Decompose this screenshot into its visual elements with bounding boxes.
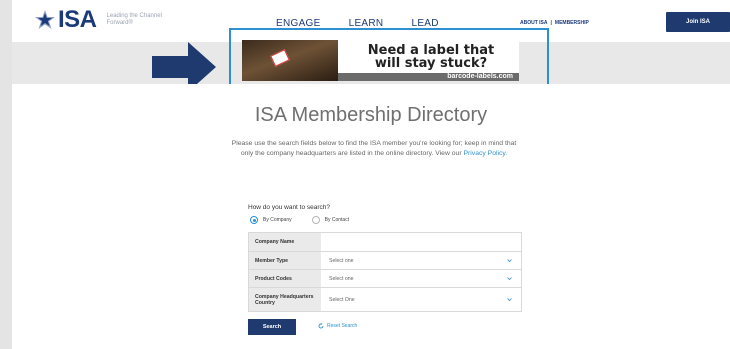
- radio-by-contact[interactable]: [311, 216, 320, 224]
- intro-text: Please use the search fields below to fi…: [226, 139, 522, 159]
- company-name-label: Company Name: [249, 233, 321, 251]
- chevron-down-icon: [507, 258, 512, 262]
- form-row: Product Codes Select one: [249, 269, 521, 287]
- logo-tagline: Leading the Channel Forward®: [106, 13, 162, 26]
- product-codes-value: Select one: [329, 275, 354, 282]
- reset-search-label: Reset Search: [327, 323, 358, 329]
- radio-by-company-label[interactable]: By Company: [263, 217, 292, 223]
- logo-wordmark: ISA: [58, 6, 97, 33]
- search-button[interactable]: Search: [248, 319, 296, 335]
- reset-search-link[interactable]: Reset Search: [318, 323, 357, 329]
- main-content: ISA Membership Directory Please use the …: [12, 84, 730, 349]
- hq-country-label: Company Headquarters Country: [249, 288, 321, 311]
- star-logo-icon: [35, 10, 55, 29]
- nav-membership[interactable]: MEMBERSHIP: [555, 20, 589, 26]
- join-isa-button[interactable]: Join ISA: [666, 12, 730, 32]
- hq-country-select[interactable]: Select One: [321, 288, 521, 311]
- search-mode-radios: By Company By Contact: [250, 216, 369, 224]
- isa-logo[interactable]: ISA Leading the Channel Forward®: [34, 6, 167, 33]
- page-title: ISA Membership Directory: [254, 104, 488, 126]
- member-type-label: Member Type: [249, 252, 321, 269]
- member-type-select[interactable]: Select one: [321, 252, 521, 269]
- form-row: Member Type Select one: [249, 251, 521, 269]
- hq-country-value: Select One: [329, 296, 355, 303]
- nav-separator: |: [550, 20, 552, 26]
- company-name-input[interactable]: [321, 233, 521, 251]
- chevron-down-icon: [507, 297, 512, 301]
- product-codes-label: Product Codes: [249, 270, 321, 287]
- radio-by-company[interactable]: [250, 216, 258, 224]
- form-row: Company Headquarters Country Select One: [249, 287, 521, 311]
- product-codes-select[interactable]: Select one: [321, 270, 521, 287]
- form-row: Company Name: [249, 233, 521, 251]
- nav-about-isa[interactable]: ABOUT ISA: [520, 20, 548, 26]
- chevron-down-icon: [507, 276, 512, 280]
- search-question: How do you want to search?: [248, 204, 331, 211]
- intro-end: .: [505, 150, 508, 157]
- member-type-value: Select one: [329, 257, 354, 264]
- refresh-icon: [318, 323, 324, 329]
- search-form: Company Name Member Type Select one Prod…: [248, 232, 522, 312]
- utility-nav: ABOUT ISA | MEMBERSHIP: [520, 20, 589, 26]
- privacy-policy-link[interactable]: Privacy Policy: [463, 150, 505, 157]
- radio-by-contact-label[interactable]: By Contact: [325, 217, 349, 223]
